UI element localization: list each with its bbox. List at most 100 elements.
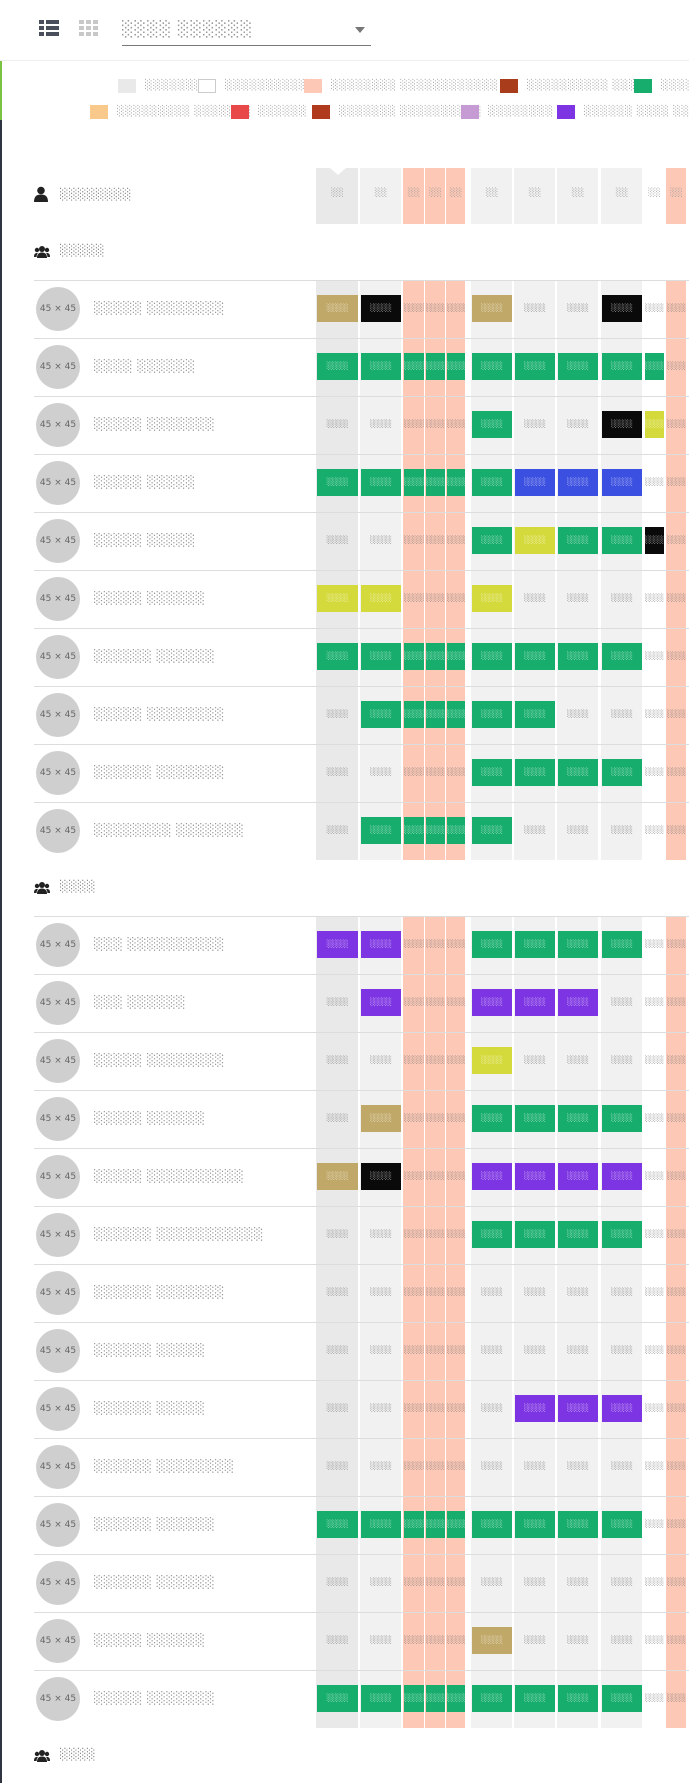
- shift-cell[interactable]: ░░░░: [426, 1685, 445, 1712]
- empty-cell[interactable]: ░░░░: [447, 931, 465, 958]
- empty-cell[interactable]: ░░░░: [602, 1569, 642, 1596]
- shift-cell[interactable]: ░░░░: [361, 1685, 401, 1712]
- person-name[interactable]: ░░░░░░ ░░░░░░: [94, 649, 215, 663]
- empty-cell[interactable]: ░░░░: [667, 1105, 686, 1132]
- empty-cell[interactable]: ░░░░: [426, 1395, 445, 1422]
- empty-cell[interactable]: ░░░░: [558, 411, 598, 438]
- shift-cell[interactable]: ░░░░: [472, 759, 512, 786]
- shift-cell[interactable]: ░░░░: [602, 643, 642, 670]
- group-header[interactable]: ░░░░: [34, 860, 689, 917]
- shift-cell[interactable]: ░░░░: [558, 353, 598, 380]
- empty-cell[interactable]: ░░░░: [667, 989, 686, 1016]
- empty-cell[interactable]: ░░░░: [667, 527, 686, 554]
- shift-cell[interactable]: ░░░░: [645, 527, 664, 554]
- empty-cell[interactable]: ░░░░: [515, 411, 555, 438]
- empty-cell[interactable]: ░░░░: [515, 1453, 555, 1480]
- empty-cell[interactable]: ░░░░: [602, 817, 642, 844]
- empty-cell[interactable]: ░░░░: [404, 1047, 424, 1074]
- empty-cell[interactable]: ░░░░: [667, 295, 686, 322]
- shift-cell[interactable]: ░░░░: [602, 353, 642, 380]
- empty-cell[interactable]: ░░░░: [447, 1453, 465, 1480]
- empty-cell[interactable]: ░░░░: [447, 1569, 465, 1596]
- shift-cell[interactable]: ░░░░: [472, 817, 512, 844]
- shift-cell[interactable]: ░░░░: [472, 411, 512, 438]
- empty-cell[interactable]: ░░░░: [404, 1395, 424, 1422]
- empty-cell[interactable]: ░░░░: [667, 1453, 686, 1480]
- shift-cell[interactable]: ░░░░: [361, 817, 401, 844]
- empty-cell[interactable]: ░░░░: [602, 1627, 642, 1654]
- empty-cell[interactable]: ░░░░: [317, 1453, 358, 1480]
- person-name[interactable]: ░░░░░░░░ ░░░░░░░: [94, 823, 244, 837]
- shift-cell[interactable]: ░░░░: [515, 1395, 555, 1422]
- empty-cell[interactable]: ░░░░: [426, 1221, 445, 1248]
- empty-cell[interactable]: ░░░░: [404, 1627, 424, 1654]
- empty-cell[interactable]: ░░░░: [602, 585, 642, 612]
- shift-cell[interactable]: ░░░░: [515, 701, 555, 728]
- shift-cell[interactable]: ░░░░: [558, 1163, 598, 1190]
- shift-cell[interactable]: ░░░░: [515, 469, 555, 496]
- empty-cell[interactable]: ░░░░: [645, 1685, 664, 1712]
- empty-cell[interactable]: ░░░░: [426, 1047, 445, 1074]
- day-header[interactable]: ░░: [318, 188, 358, 197]
- person-name[interactable]: ░░░░░ ░░░░░░░░: [94, 707, 225, 721]
- empty-cell[interactable]: ░░░░: [361, 1047, 401, 1074]
- empty-cell[interactable]: ░░░░: [447, 1337, 465, 1364]
- empty-cell[interactable]: ░░░░: [558, 817, 598, 844]
- empty-cell[interactable]: ░░░░: [558, 701, 598, 728]
- shift-cell[interactable]: ░░░░: [515, 527, 555, 554]
- empty-cell[interactable]: ░░░░: [602, 989, 642, 1016]
- shift-cell[interactable]: ░░░░: [404, 643, 424, 670]
- shift-cell[interactable]: ░░░░: [447, 469, 465, 496]
- person-row[interactable]: 45 × 45░░░ ░░░░░░░░░░░░░░░░░░░░░░░░░░░░░…: [34, 974, 689, 1033]
- empty-cell[interactable]: ░░░░: [667, 1221, 686, 1248]
- empty-cell[interactable]: ░░░░: [447, 1279, 465, 1306]
- empty-cell[interactable]: ░░░░: [404, 1221, 424, 1248]
- shift-cell[interactable]: ░░░░: [558, 1395, 598, 1422]
- empty-cell[interactable]: ░░░░: [426, 1163, 445, 1190]
- shift-cell[interactable]: ░░░░: [515, 1221, 555, 1248]
- shift-cell[interactable]: ░░░░: [472, 1685, 512, 1712]
- empty-cell[interactable]: ░░░░: [447, 1047, 465, 1074]
- shift-cell[interactable]: ░░░░: [317, 931, 358, 958]
- shift-cell[interactable]: ░░░░: [447, 1511, 465, 1538]
- person-row[interactable]: 45 × 45░░░░░░ ░░░░░░░░░░░░░░░░░░░░░░░░░░…: [34, 1438, 689, 1497]
- empty-cell[interactable]: ░░░░: [426, 1627, 445, 1654]
- empty-cell[interactable]: ░░░░: [558, 295, 598, 322]
- shift-cell[interactable]: ░░░░: [515, 989, 555, 1016]
- empty-cell[interactable]: ░░░░: [645, 1569, 664, 1596]
- empty-cell[interactable]: ░░░░: [426, 1337, 445, 1364]
- shift-cell[interactable]: ░░░░: [361, 469, 401, 496]
- empty-cell[interactable]: ░░░░: [317, 1627, 358, 1654]
- empty-cell[interactable]: ░░░░: [317, 1337, 358, 1364]
- person-row[interactable]: 45 × 45 ░░░░ ░░░░░░ ░░░░ ░░░░ ░░░░ ░░░░ ░░░ ░░░…: [34, 338, 689, 397]
- person-row[interactable]: 45 × 45░░░░░░ ░░░░░░░░░░░░░░░░░░░░░░░░░░…: [34, 1554, 689, 1613]
- empty-cell[interactable]: ░░░░: [645, 1221, 664, 1248]
- empty-cell[interactable]: ░░░░: [667, 1395, 686, 1422]
- shift-cell[interactable]: ░░░░: [447, 643, 465, 670]
- view-select[interactable]: ░░░░ ░░░░░░: [122, 14, 371, 46]
- shift-cell[interactable]: ░░░░: [472, 701, 512, 728]
- empty-cell[interactable]: ░░░░: [472, 1569, 512, 1596]
- empty-cell[interactable]: ░░░░: [667, 411, 686, 438]
- empty-cell[interactable]: ░░░░: [447, 1221, 465, 1248]
- shift-cell[interactable]: ░░░░: [426, 817, 445, 844]
- empty-cell[interactable]: ░░░░: [645, 1163, 664, 1190]
- empty-cell[interactable]: ░░░░: [426, 1105, 445, 1132]
- shift-cell[interactable]: ░░░░: [426, 353, 445, 380]
- empty-cell[interactable]: ░░░░: [426, 527, 445, 554]
- person-name[interactable]: ░░░░░ ░░░░░░░░░░: [94, 1169, 244, 1183]
- empty-cell[interactable]: ░░░░: [404, 1569, 424, 1596]
- shift-cell[interactable]: ░░░░: [317, 643, 358, 670]
- empty-cell[interactable]: ░░░░: [667, 1279, 686, 1306]
- empty-cell[interactable]: ░░░░: [361, 1569, 401, 1596]
- person-name[interactable]: ░░░░░ ░░░░░░░: [94, 1691, 215, 1705]
- empty-cell[interactable]: ░░░░: [404, 1279, 424, 1306]
- person-row[interactable]: 45 × 45░░░░░ ░░░░░░░░░░░░░░░░░░░░░░░░░░░…: [34, 686, 689, 745]
- person-name[interactable]: ░░░░░ ░░░░░: [94, 475, 196, 489]
- shift-cell[interactable]: ░░░░: [426, 701, 445, 728]
- person-name[interactable]: ░░░░ ░░░░░░: [94, 359, 196, 373]
- shift-cell[interactable]: ░░░░: [472, 527, 512, 554]
- person-row[interactable]: 45 × 45░░░░░ ░░░░░░░░░░░░░░░░░░░░░░░░░░░…: [34, 1032, 689, 1091]
- shift-cell[interactable]: ░░░░: [515, 1511, 555, 1538]
- empty-cell[interactable]: ░░░░: [667, 1685, 686, 1712]
